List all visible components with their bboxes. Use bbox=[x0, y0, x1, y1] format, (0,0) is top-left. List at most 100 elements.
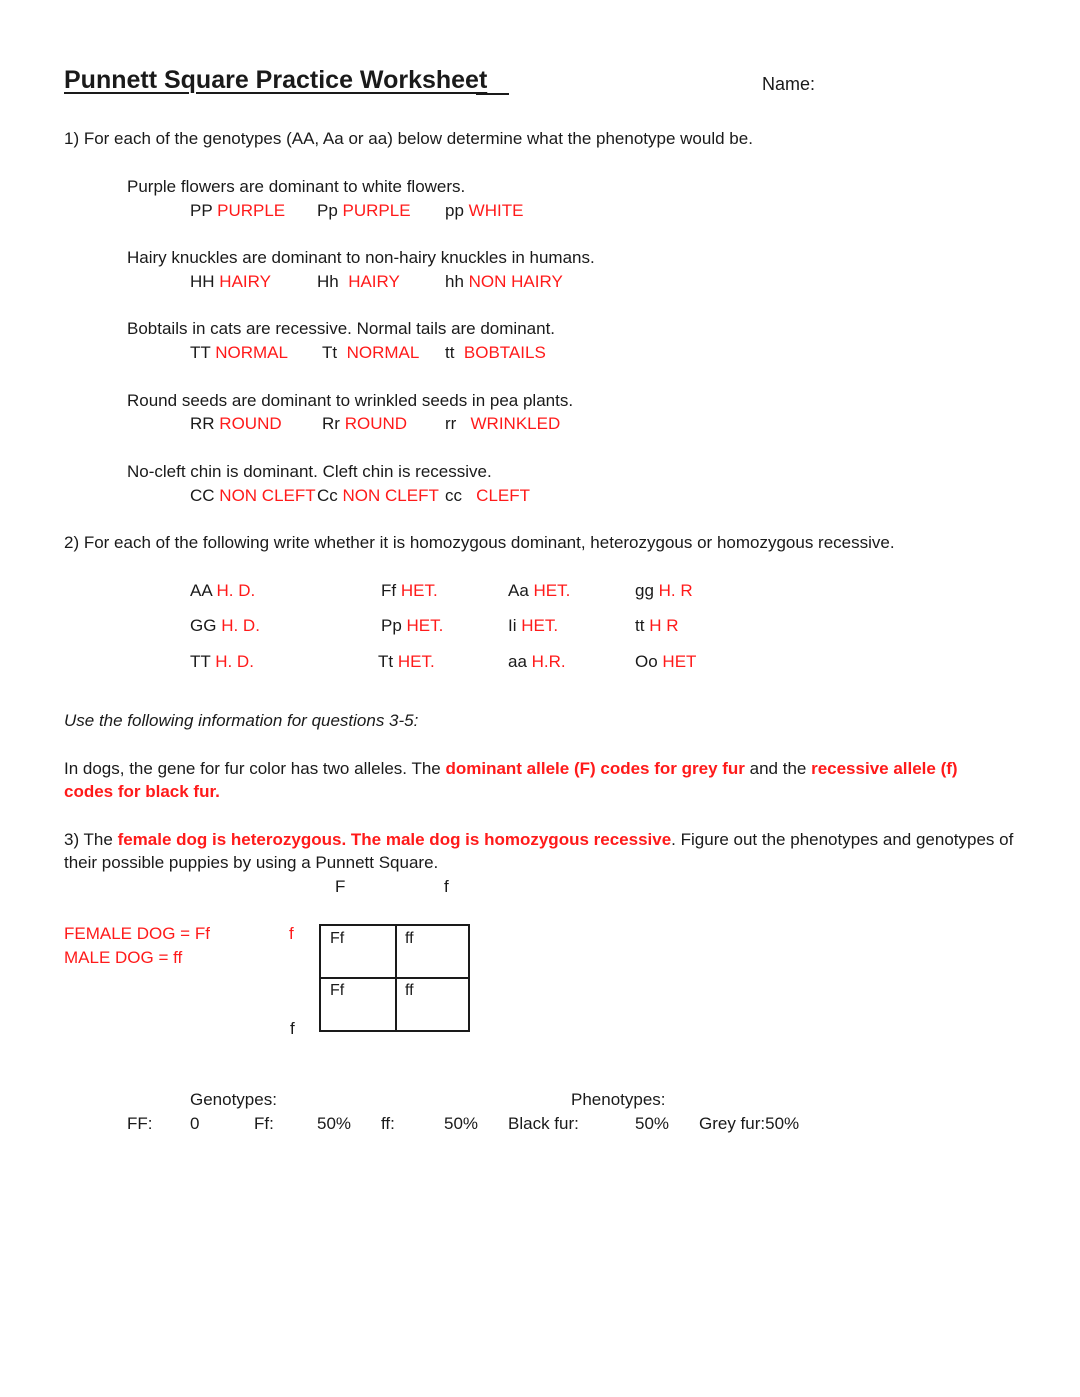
genotype: Hh bbox=[317, 272, 339, 291]
intro-text: and the bbox=[744, 759, 812, 778]
genotype: tt bbox=[445, 343, 455, 362]
answer: hh NON HAIRY bbox=[445, 272, 563, 292]
genotype: pp bbox=[445, 201, 464, 220]
answer: PP PURPLE bbox=[190, 201, 285, 221]
genotype: Ii bbox=[508, 616, 517, 635]
phenotypes-label: Phenotypes: bbox=[571, 1090, 666, 1109]
question-3-prompt-line2: their possible puppies by using a Punnet… bbox=[64, 853, 439, 872]
q2-item: Tt HET. bbox=[378, 652, 435, 672]
genotype: GG bbox=[190, 616, 217, 635]
name-label: Name: bbox=[762, 74, 816, 94]
phenotype: PURPLE bbox=[217, 201, 286, 220]
answer: Cc NON CLEFT bbox=[317, 486, 439, 506]
genotype: cc bbox=[445, 486, 462, 505]
grid-divider-horizontal bbox=[321, 977, 468, 979]
genotype: CC bbox=[190, 486, 215, 505]
black-fur-value: 50% bbox=[635, 1114, 670, 1133]
male-dog-genotype: MALE DOG = ff bbox=[64, 948, 183, 967]
q2-item: Ff HET. bbox=[381, 581, 438, 601]
answer: tt BOBTAILS bbox=[445, 343, 546, 363]
genotype: Tt bbox=[322, 343, 338, 362]
zygosity-answer: H. D. bbox=[221, 616, 260, 635]
side-allele-1: f bbox=[289, 924, 294, 943]
zygosity-answer: HET. bbox=[400, 581, 438, 600]
trait-statement: Bobtails in cats are recessive. Normal t… bbox=[127, 319, 556, 338]
question-3-prompt: 3) The female dog is heterozygous. The m… bbox=[64, 830, 1013, 850]
trait-statement: Hairy knuckles are dominant to non-hairy… bbox=[127, 248, 595, 267]
answer: CC NON CLEFT bbox=[190, 486, 316, 506]
prompt-text: 3) The bbox=[64, 830, 118, 849]
answer: RR ROUND bbox=[190, 414, 282, 434]
question-2-prompt: 2) For each of the following write wheth… bbox=[64, 533, 895, 552]
top-allele-1: F bbox=[335, 877, 346, 896]
phenotype: BOBTAILS bbox=[463, 343, 546, 362]
top-allele-2: f bbox=[444, 877, 449, 896]
q2-item: Oo HET bbox=[635, 652, 696, 672]
zygosity-answer: HET. bbox=[533, 581, 571, 600]
punnett-cell: Ff bbox=[330, 930, 345, 947]
q2-item: AA H. D. bbox=[190, 581, 255, 601]
punnett-square: Ff ff Ff ff bbox=[319, 924, 470, 1032]
answer: cc CLEFT bbox=[445, 486, 530, 506]
trait-statement: Round seeds are dominant to wrinkled see… bbox=[127, 391, 574, 410]
punnett-cell: ff bbox=[405, 982, 414, 999]
q2-item: TT H. D. bbox=[190, 652, 254, 672]
q2-item: Pp HET. bbox=[381, 616, 443, 636]
q2-item: Aa HET. bbox=[508, 581, 570, 601]
genotype: AA bbox=[190, 581, 212, 600]
answer: TT NORMAL bbox=[190, 343, 288, 363]
info-intro-line1: In dogs, the gene for fur color has two … bbox=[64, 759, 958, 779]
side-allele-2: f bbox=[290, 1019, 295, 1038]
trait-statement: No-cleft chin is dominant. Cleft chin is… bbox=[127, 462, 492, 481]
genotype: Tt bbox=[378, 652, 394, 671]
answer: Rr ROUND bbox=[322, 414, 407, 434]
q2-item: Ii HET. bbox=[508, 616, 558, 636]
punnett-cell: ff bbox=[405, 930, 414, 947]
genotype: Rr bbox=[322, 414, 340, 433]
genotype: Pp bbox=[317, 201, 338, 220]
ff-het-value: 50% bbox=[317, 1114, 352, 1133]
recessive-allele-highlight: recessive allele (f) bbox=[811, 759, 958, 778]
genotype: aa bbox=[508, 652, 527, 671]
genotype: TT bbox=[190, 652, 211, 671]
zygosity-answer: HET. bbox=[406, 616, 444, 635]
parents-highlight: female dog is heterozygous. The male dog… bbox=[117, 830, 672, 849]
answer: HH HAIRY bbox=[190, 272, 271, 292]
black-fur-label: Black fur: bbox=[508, 1114, 579, 1133]
genotype: TT bbox=[190, 343, 211, 362]
phenotype: PURPLE bbox=[342, 201, 411, 220]
q2-item: gg H. R bbox=[635, 581, 693, 601]
title-underline bbox=[476, 93, 509, 95]
zygosity-answer: H. D. bbox=[216, 581, 256, 600]
phenotype: NON HAIRY bbox=[468, 272, 563, 291]
zygosity-answer: H R bbox=[649, 616, 679, 635]
punnett-cell: Ff bbox=[330, 982, 345, 999]
phenotype: ROUND bbox=[344, 414, 408, 433]
genotype: tt bbox=[635, 616, 645, 635]
info-intro-line2: codes for black fur. bbox=[64, 782, 220, 801]
q2-item: tt H R bbox=[635, 616, 678, 636]
question-1-prompt: 1) For each of the genotypes (AA, Aa or … bbox=[64, 129, 753, 148]
zygosity-answer: HET bbox=[662, 652, 697, 671]
genotype: RR bbox=[190, 414, 215, 433]
dominant-allele-highlight: dominant allele (F) codes for grey fur bbox=[445, 759, 745, 778]
answer: pp WHITE bbox=[445, 201, 523, 221]
genotype: HH bbox=[190, 272, 215, 291]
genotypes-label: Genotypes: bbox=[190, 1090, 277, 1109]
info-instruction: Use the following information for questi… bbox=[64, 711, 419, 730]
q2-item: aa H.R. bbox=[508, 652, 566, 672]
genotype: hh bbox=[445, 272, 464, 291]
genotype: Pp bbox=[381, 616, 402, 635]
female-dog-genotype: FEMALE DOG = Ff bbox=[64, 924, 210, 943]
worksheet-title: Punnett Square Practice Worksheet bbox=[64, 66, 488, 94]
phenotype: NORMAL bbox=[215, 343, 288, 362]
answer: Pp PURPLE bbox=[317, 201, 411, 221]
zygosity-answer: H. D. bbox=[215, 652, 254, 671]
phenotype: CLEFT bbox=[476, 486, 531, 505]
phenotype: ROUND bbox=[219, 414, 282, 433]
genotype: Oo bbox=[635, 652, 658, 671]
phenotype: HAIRY bbox=[219, 272, 271, 291]
q2-item: GG H. D. bbox=[190, 616, 260, 636]
phenotype: WRINKLED bbox=[470, 414, 561, 433]
phenotype: NON CLEFT bbox=[342, 486, 439, 505]
